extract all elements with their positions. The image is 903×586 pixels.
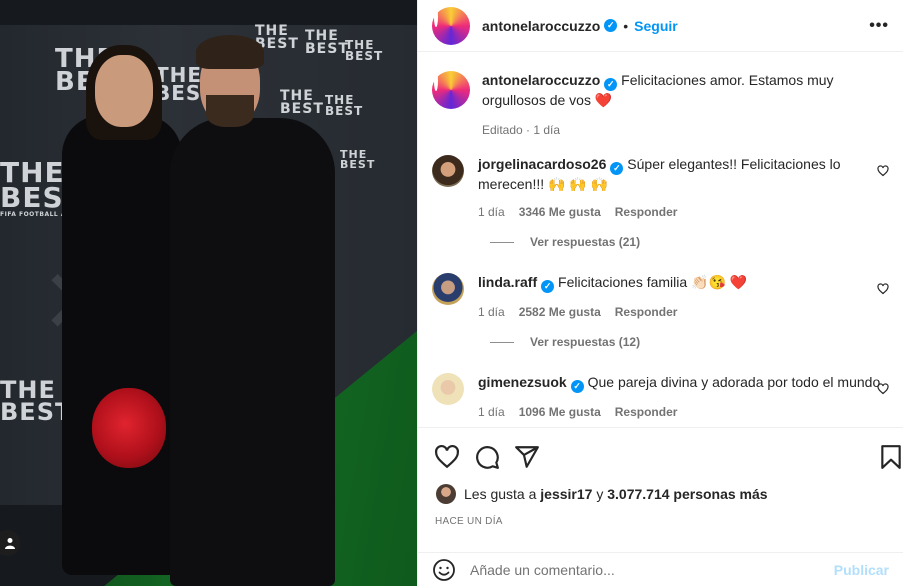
man-beard [206, 95, 254, 127]
post-photo[interactable]: THE BEST THE BEST THE BEST FIFA FOOTBALL… [0, 0, 417, 586]
comment-meta: 1 día 1096 Me gusta Responder [478, 403, 893, 421]
photo-logo: THE BEST [325, 94, 364, 118]
comment-time: 1 día [478, 304, 505, 319]
reply-button[interactable]: Responder [615, 303, 678, 321]
liker-username[interactable]: jessir17 [540, 486, 592, 502]
comment-text-wrap: gimenezsuok ✓ Que pareja divina y adorada… [478, 373, 893, 393]
woman-face [95, 55, 153, 127]
follow-button[interactable]: Seguir [634, 18, 678, 34]
comment-time: 1 día [478, 204, 505, 219]
rose-handbag [92, 388, 166, 468]
logo-line2: BEST [325, 103, 364, 118]
heart-icon[interactable] [877, 283, 889, 295]
logo-line2: BEST [280, 100, 324, 117]
more-icon[interactable]: ••• [869, 17, 889, 35]
bookmark-icon[interactable] [878, 444, 903, 470]
comment-text: Que pareja divina y adorada por todo el … [587, 374, 881, 390]
share-icon[interactable] [514, 444, 540, 470]
woman-figure [62, 115, 182, 575]
photo-logo: THE BEST [345, 39, 384, 63]
man-figure [170, 118, 335, 586]
action-bar [418, 427, 903, 487]
comment-item: jorgelinacardoso26 ✓ Súper elegantes!! Fe… [432, 155, 893, 221]
liker-avatar[interactable] [436, 484, 456, 504]
verified-icon: ✓ [604, 77, 618, 91]
heart-icon[interactable] [877, 165, 889, 177]
comment-text-wrap: linda.raff ✓ Felicitaciones familia 👏🏻😘 ❤… [478, 273, 893, 293]
comment-text-wrap: jorgelinacardoso26 ✓ Súper elegantes!! Fe… [478, 155, 893, 193]
separator-dot: • [623, 17, 629, 34]
photo-logo: THE BEST [280, 89, 324, 117]
comment-avatar[interactable] [432, 273, 464, 305]
photo-logo: THE BEST [340, 149, 376, 171]
comment-avatar[interactable] [432, 373, 464, 405]
caption: antonelaroccuzzo ✓ Felicitaciones amor. E… [432, 71, 893, 139]
comment-composer: Publicar [418, 552, 903, 586]
view-replies-button[interactable]: Ver respuestas (21) [490, 235, 640, 249]
caption-avatar[interactable] [432, 71, 470, 109]
comment-likes[interactable]: 3346 Me gusta [519, 203, 601, 221]
comment-meta: 1 día 2582 Me gusta Responder [478, 303, 893, 321]
post-header: antonelaroccuzzo ✓ • Seguir ••• [418, 0, 903, 52]
comment-username[interactable]: linda.raff [478, 274, 537, 290]
view-replies-label[interactable]: Ver respuestas (21) [530, 235, 640, 249]
logo-line2: BEST [340, 157, 376, 171]
person-icon[interactable] [0, 530, 20, 556]
comment-avatar[interactable] [432, 155, 464, 187]
post-side-panel: antonelaroccuzzo ✓ • Seguir ••• antonela… [417, 0, 903, 586]
comment-likes[interactable]: 2582 Me gusta [519, 303, 601, 321]
comment-item: linda.raff ✓ Felicitaciones familia 👏🏻😘 ❤… [432, 273, 893, 321]
likes-middle: y [596, 486, 604, 502]
photo-logo: THE BEST [305, 29, 349, 57]
publish-button[interactable]: Publicar [834, 562, 889, 578]
reply-button[interactable]: Responder [615, 403, 678, 421]
caption-edited-time: Editado · 1 día [482, 122, 561, 137]
comment-time: 1 día [478, 404, 505, 419]
verified-icon: ✓ [610, 161, 624, 175]
author-username[interactable]: antonelaroccuzzo [482, 18, 600, 34]
reply-button[interactable]: Responder [615, 203, 678, 221]
comment-likes[interactable]: 1096 Me gusta [519, 403, 601, 421]
comment-item: gimenezsuok ✓ Que pareja divina y adorada… [432, 373, 893, 421]
logo-line2: BEST [345, 48, 384, 63]
likes-count[interactable]: 3.077.714 personas más [607, 486, 767, 502]
heart-icon[interactable] [434, 444, 460, 470]
comment-text: Felicitaciones familia 👏🏻😘 ❤️ [558, 274, 748, 290]
logo-line2: BEST [305, 40, 349, 57]
emoji-icon[interactable] [432, 558, 456, 582]
comment-input[interactable] [470, 561, 834, 578]
comment-username[interactable]: gimenezsuok [478, 374, 567, 390]
caption-meta: Editado · 1 día [482, 121, 893, 139]
verified-icon: ✓ [570, 379, 584, 393]
man-hair [196, 35, 264, 69]
verified-icon: ✓ [541, 279, 555, 293]
caption-emoji: ❤️ [594, 91, 613, 108]
replies-divider [490, 241, 514, 243]
author-avatar[interactable] [432, 6, 470, 45]
view-replies-label[interactable]: Ver respuestas (12) [530, 335, 640, 349]
heart-icon[interactable] [877, 383, 889, 395]
comment-username[interactable]: jorgelinacardoso26 [478, 156, 606, 172]
comment-meta: 1 día 3346 Me gusta Responder [478, 203, 893, 221]
caption-text: antonelaroccuzzo ✓ Felicitaciones amor. E… [482, 71, 893, 109]
comments-scroll[interactable]: antonelaroccuzzo ✓ Felicitaciones amor. E… [418, 52, 903, 426]
likes-prefix: Les gusta a [464, 486, 537, 502]
verified-icon: ✓ [604, 19, 618, 32]
comment-icon[interactable] [474, 444, 500, 470]
post-timestamp[interactable]: HACE UN DÍA [435, 516, 503, 527]
replies-divider [490, 341, 514, 343]
view-replies-button[interactable]: Ver respuestas (12) [490, 335, 640, 349]
caption-username[interactable]: antonelaroccuzzo [482, 72, 600, 88]
likes-summary: Les gusta a jessir17 y 3.077.714 persona… [436, 484, 768, 504]
